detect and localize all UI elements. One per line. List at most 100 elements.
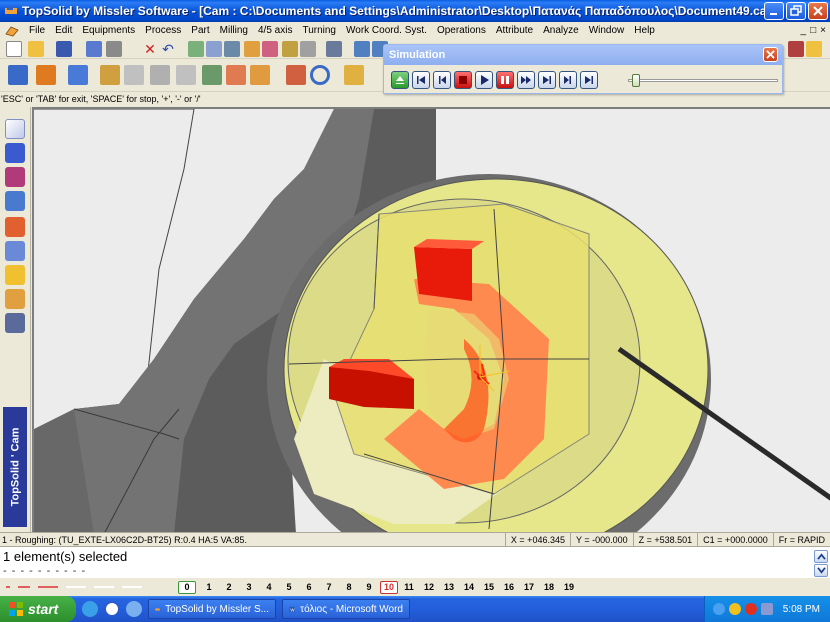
network-icon[interactable] xyxy=(712,603,725,615)
layer-10[interactable]: 10 xyxy=(380,580,398,594)
menu-process[interactable]: Process xyxy=(140,25,186,36)
menu-attribute[interactable]: Attribute xyxy=(491,25,538,36)
security-icon[interactable] xyxy=(728,603,741,615)
menu-turning[interactable]: Turning xyxy=(297,25,341,36)
simulation-progress-slider[interactable] xyxy=(628,74,778,87)
taskbar-item-topsolid[interactable]: TopSolid by Missler S... xyxy=(148,599,276,619)
layer-12[interactable]: 12 xyxy=(419,582,439,592)
menu-milling[interactable]: Milling xyxy=(215,25,253,36)
graphics-viewport[interactable] xyxy=(32,107,830,532)
simulation-title-bar[interactable]: Simulation xyxy=(384,45,782,65)
next-button[interactable] xyxy=(538,71,556,89)
verify-icon[interactable] xyxy=(310,65,330,85)
mdi-restore-button[interactable]: □ xyxy=(810,25,816,36)
thread-icon[interactable] xyxy=(250,65,270,85)
nc-output-icon[interactable] xyxy=(344,65,364,85)
layer-11[interactable]: 11 xyxy=(399,582,419,592)
line-style-white-2[interactable] xyxy=(94,586,114,588)
print-icon[interactable] xyxy=(106,41,122,57)
menu-4-5-axis[interactable]: 4/5 axis xyxy=(253,25,297,36)
simulation-window[interactable]: Simulation xyxy=(383,44,783,94)
eject-button[interactable] xyxy=(391,71,409,89)
sketch-icon[interactable] xyxy=(788,41,804,57)
volume-icon[interactable] xyxy=(760,603,773,615)
properties-icon[interactable] xyxy=(86,41,102,57)
message-scroll-up-button[interactable] xyxy=(814,550,828,563)
grid-icon[interactable] xyxy=(224,41,240,57)
menu-analyze[interactable]: Analyze xyxy=(538,25,584,36)
shape2-icon[interactable] xyxy=(5,191,25,211)
layer-7[interactable]: 7 xyxy=(319,582,339,592)
delete-icon[interactable]: ✕ xyxy=(142,41,158,57)
layer-icon[interactable] xyxy=(300,41,316,57)
cube-icon[interactable] xyxy=(5,143,25,163)
stop-button[interactable] xyxy=(454,71,472,89)
layer-6[interactable]: 6 xyxy=(299,582,319,592)
alert-icon[interactable] xyxy=(744,603,757,615)
menu-equipments[interactable]: Equipments xyxy=(77,25,140,36)
layer-0[interactable]: 0 xyxy=(178,580,196,594)
start-button[interactable]: start xyxy=(0,596,76,622)
menu-file[interactable]: File xyxy=(24,25,50,36)
line-style-solid[interactable] xyxy=(38,586,58,588)
layer-17[interactable]: 17 xyxy=(519,582,539,592)
process-icon[interactable] xyxy=(36,65,56,85)
line-style-dash[interactable] xyxy=(18,586,30,588)
tool-icon[interactable] xyxy=(5,265,25,285)
view-icon[interactable] xyxy=(354,41,370,57)
slider-thumb[interactable] xyxy=(631,74,640,87)
open-folder-icon[interactable] xyxy=(28,41,44,57)
setup-icon[interactable] xyxy=(68,65,88,85)
stock-left-icon[interactable] xyxy=(5,289,25,309)
minimize-button[interactable] xyxy=(764,2,784,20)
title-bar[interactable]: TopSolid by Missler Software - [Cam : C:… xyxy=(0,0,830,22)
clock[interactable]: 5:08 PM xyxy=(783,604,820,615)
copy-icon[interactable] xyxy=(188,41,204,57)
restore-button[interactable] xyxy=(786,2,806,20)
line-style-white[interactable] xyxy=(66,586,86,588)
facing-icon[interactable] xyxy=(150,65,170,85)
layer-18[interactable]: 18 xyxy=(539,582,559,592)
menu-window[interactable]: Window xyxy=(584,25,630,36)
style-icon[interactable] xyxy=(282,41,298,57)
layer-2[interactable]: 2 xyxy=(219,582,239,592)
menu-operations[interactable]: Operations xyxy=(432,25,491,36)
layer-19[interactable]: 19 xyxy=(559,582,579,592)
turning-icon[interactable] xyxy=(5,217,25,237)
document-icon[interactable] xyxy=(4,24,20,38)
line-style-white-3[interactable] xyxy=(122,586,142,588)
shape-icon[interactable] xyxy=(5,167,25,187)
layer-1[interactable]: 1 xyxy=(199,582,219,592)
pencil-icon[interactable] xyxy=(5,119,25,139)
first-button[interactable] xyxy=(412,71,430,89)
mdi-close-button[interactable]: × xyxy=(820,25,826,36)
layer-14[interactable]: 14 xyxy=(459,582,479,592)
measure-icon[interactable] xyxy=(244,41,260,57)
contour-icon[interactable] xyxy=(176,65,196,85)
save-icon[interactable] xyxy=(56,41,72,57)
layer-9[interactable]: 9 xyxy=(359,582,379,592)
layer-16[interactable]: 16 xyxy=(499,582,519,592)
fixture-icon[interactable] xyxy=(5,313,25,333)
layer-4[interactable]: 4 xyxy=(259,582,279,592)
media-player-icon[interactable] xyxy=(104,601,120,617)
message-scroll-down-button[interactable] xyxy=(814,564,828,577)
simulation-close-button[interactable] xyxy=(763,47,778,62)
transform-icon[interactable] xyxy=(206,41,222,57)
drill-icon[interactable] xyxy=(226,65,246,85)
new-file-icon[interactable] xyxy=(6,41,22,57)
menu-work-coord-syst[interactable]: Work Coord. Syst. xyxy=(341,25,432,36)
milling-icon[interactable] xyxy=(5,241,25,261)
pocket-icon[interactable] xyxy=(202,65,222,85)
fast-forward-button[interactable] xyxy=(517,71,535,89)
select-icon[interactable] xyxy=(326,41,342,57)
part-icon[interactable] xyxy=(124,65,144,85)
machine-icon[interactable] xyxy=(8,65,28,85)
mdi-minimize-button[interactable]: _ xyxy=(801,25,807,36)
show-desktop-icon[interactable] xyxy=(126,601,142,617)
taskbar-item-word[interactable]: W τόλιος - Microsoft Word xyxy=(282,599,410,619)
menu-part[interactable]: Part xyxy=(186,25,214,36)
close-button[interactable] xyxy=(808,2,828,20)
tree-icon[interactable] xyxy=(806,41,822,57)
undo-icon[interactable]: ↶ xyxy=(160,41,176,57)
